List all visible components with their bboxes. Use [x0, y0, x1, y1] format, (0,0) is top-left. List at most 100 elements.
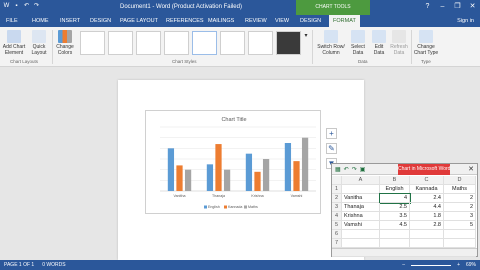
change-colors-button[interactable]: Change Colors — [54, 30, 76, 56]
excel-cell[interactable] — [410, 230, 444, 239]
edit-data-button[interactable]: Edit Data — [370, 30, 388, 56]
redo-icon[interactable]: ↷ — [33, 3, 40, 10]
zoom-in-icon[interactable]: + — [457, 260, 460, 270]
excel-cell[interactable]: Thanaja — [342, 203, 380, 212]
tab-references[interactable]: REFERENCES — [166, 15, 204, 27]
select-data-button[interactable]: Select Data — [348, 30, 368, 56]
page-count[interactable]: PAGE 1 OF 1 — [4, 260, 34, 270]
excel-row-number[interactable]: 3 — [332, 203, 342, 212]
excel-cell[interactable]: 3 — [444, 212, 476, 221]
excel-row-number[interactable]: 6 — [332, 230, 342, 239]
zoom-out-icon[interactable]: – — [402, 260, 405, 270]
tab-home[interactable]: HOME — [32, 15, 49, 27]
quick-layout-icon — [32, 30, 46, 43]
excel-close-button[interactable]: ✕ — [468, 165, 474, 173]
excel-row-number[interactable]: 4 — [332, 212, 342, 221]
excel-cell[interactable] — [380, 230, 410, 239]
excel-cell[interactable]: 2 — [444, 194, 476, 203]
excel-column-header[interactable]: C — [410, 176, 444, 185]
chart-object[interactable]: Chart Title Vanitha Thanaja Krishna Vamshi En… — [145, 110, 321, 214]
excel-cell[interactable] — [444, 239, 476, 248]
quick-layout-button[interactable]: Quick Layout — [28, 30, 50, 56]
undo-icon[interactable]: ↶ — [23, 3, 30, 10]
excel-cell[interactable]: 5 — [444, 221, 476, 230]
excel-cell[interactable] — [444, 230, 476, 239]
excel-redo-icon[interactable]: ↷ — [352, 166, 357, 173]
minimize-button[interactable]: – — [437, 2, 448, 12]
chart-style-8[interactable] — [276, 31, 301, 55]
excel-cell[interactable]: 4.4 — [410, 203, 444, 212]
tab-chart-design[interactable]: DESIGN — [300, 15, 321, 27]
excel-cell[interactable]: Vanitha — [342, 194, 380, 203]
restore-button[interactable]: ❐ — [452, 2, 463, 12]
excel-row-number[interactable]: 7 — [332, 239, 342, 248]
excel-cell[interactable]: Vamshi — [342, 221, 380, 230]
excel-cell[interactable]: Krishna — [342, 212, 380, 221]
refresh-data-button[interactable]: Refresh Data — [389, 30, 409, 56]
excel-row-number[interactable]: 2 — [332, 194, 342, 203]
zoom-slider[interactable] — [411, 264, 452, 266]
chart-bar — [262, 159, 270, 191]
excel-cell[interactable]: 2.8 — [410, 221, 444, 230]
excel-cell[interactable] — [342, 185, 380, 194]
excel-horizontal-scrollbar[interactable] — [332, 248, 477, 256]
excel-cell[interactable]: 4.5 — [380, 221, 410, 230]
chart-style-5[interactable] — [192, 31, 217, 55]
save-icon[interactable]: ▪ — [13, 3, 20, 10]
chart-bar — [293, 161, 300, 191]
excel-cell[interactable]: 1.8 — [410, 212, 444, 221]
excel-cell[interactable]: 2 — [444, 203, 476, 212]
excel-cell[interactable] — [380, 239, 410, 248]
tab-design[interactable]: DESIGN — [90, 15, 111, 27]
tab-view[interactable]: VIEW — [275, 15, 289, 27]
zoom-level[interactable]: 69% — [466, 260, 476, 270]
select-data-label: Select Data — [351, 44, 365, 56]
add-chart-element-button[interactable]: Add Chart Element — [2, 30, 26, 56]
chart-style-1[interactable] — [80, 31, 105, 55]
tab-page-layout[interactable]: PAGE LAYOUT — [120, 15, 158, 27]
switch-row-column-button[interactable]: Switch Row/ Column — [316, 30, 346, 56]
chart-style-3[interactable] — [136, 31, 161, 55]
chart-style-4[interactable] — [164, 31, 189, 55]
excel-cell[interactable]: 2.5 — [380, 203, 410, 212]
switch-row-column-icon — [324, 30, 338, 43]
excel-cell[interactable]: 3.5 — [380, 212, 410, 221]
chart-style-2[interactable] — [108, 31, 133, 55]
chart-elements-button[interactable]: + — [326, 128, 337, 139]
tab-mailings[interactable]: MAILINGS — [208, 15, 234, 27]
excel-column-header[interactable]: D — [444, 176, 476, 185]
excel-column-header[interactable]: A — [342, 176, 380, 185]
ribbon-tabs: FILE HOME INSERT DESIGN PAGE LAYOUT REFE… — [0, 15, 480, 27]
tab-file[interactable]: FILE — [0, 15, 24, 27]
tab-review[interactable]: REVIEW — [245, 15, 267, 27]
excel-cell[interactable]: Maths — [444, 185, 476, 194]
excel-cell[interactable] — [342, 230, 380, 239]
chart-styles-more-icon[interactable]: ▾ — [303, 33, 309, 39]
chart-style-7[interactable] — [248, 31, 273, 55]
help-button[interactable]: ? — [422, 2, 433, 12]
chart-category-label: Thanaja — [212, 194, 225, 198]
excel-row-number[interactable]: 5 — [332, 221, 342, 230]
excel-cell[interactable]: Kannada — [410, 185, 444, 194]
excel-open-icon[interactable]: ▣ — [360, 166, 366, 173]
excel-cell[interactable] — [342, 239, 380, 248]
excel-column-header[interactable] — [332, 176, 342, 185]
excel-cell[interactable]: 4 — [379, 193, 411, 204]
excel-column-header[interactable]: B — [380, 176, 410, 185]
close-button[interactable]: ✕ — [467, 2, 478, 12]
excel-undo-icon[interactable]: ↶ — [344, 166, 349, 173]
tab-insert[interactable]: INSERT — [60, 15, 80, 27]
excel-cell[interactable] — [410, 239, 444, 248]
excel-quick-icons: ▦ ↶ ↷ ▣ — [335, 166, 365, 173]
word-count[interactable]: 0 WORDS — [42, 260, 65, 270]
chart-style-6[interactable] — [220, 31, 245, 55]
excel-cell[interactable]: 2.4 — [410, 194, 444, 203]
change-chart-type-button[interactable]: Change Chart Type — [413, 30, 439, 56]
chart-styles-brush-icon[interactable]: ✎ — [326, 143, 337, 154]
excel-row-number[interactable]: 1 — [332, 185, 342, 194]
excel-cell[interactable]: English — [380, 185, 410, 194]
excel-grid-icon[interactable]: ▦ — [335, 166, 341, 173]
chart-bar — [284, 143, 292, 191]
tab-chart-format[interactable]: FORMAT — [329, 15, 360, 27]
sign-in-link[interactable]: Sign in — [457, 16, 474, 26]
